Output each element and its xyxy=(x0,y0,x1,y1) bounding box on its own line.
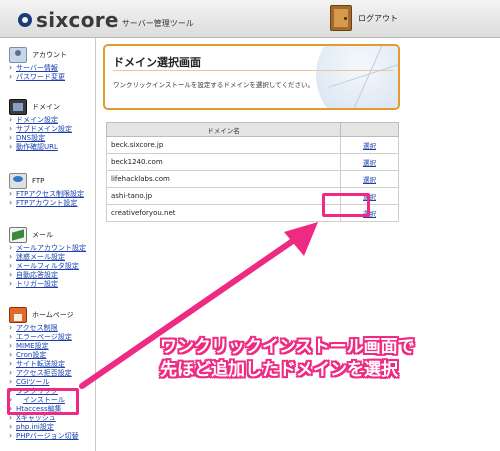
sidebar-section-homepage: ホームページ アクセス制限 エラーページ設定 MIME設定 Cron設定 サイト… xyxy=(9,306,79,441)
sidebar-link-site-redirect[interactable]: サイト転送設定 xyxy=(9,359,79,369)
account-icon xyxy=(9,47,27,63)
table-header-row: ドメイン名 xyxy=(106,122,399,137)
sidebar-section-ftp: FTP FTPアクセス制限設定 FTPアカウント設定 xyxy=(9,172,84,208)
domain-select-panel: ドメイン選択画面 ワンクリックインストールを設定するドメインを選択してください。 xyxy=(103,44,400,110)
select-link[interactable]: 選択 xyxy=(363,142,376,150)
sidebar-link-spam[interactable]: 迷惑メール設定 xyxy=(9,252,86,262)
sidebar-link-mime[interactable]: MIME設定 xyxy=(9,341,79,351)
sidebar-section-title: ドメイン xyxy=(32,103,60,111)
action-header xyxy=(340,122,399,137)
sidebar-link-cgi-tools[interactable]: CGIツール xyxy=(9,377,79,387)
sidebar-link-cron[interactable]: Cron設定 xyxy=(9,350,79,360)
sidebar-link-x-cache[interactable]: Xキャッシュ xyxy=(9,413,79,423)
logout-label: ログアウト xyxy=(358,13,398,23)
table-row: lifehacklabs.com 選択 xyxy=(106,170,399,188)
select-link[interactable]: 選択 xyxy=(363,159,376,167)
globe-icon xyxy=(316,46,398,108)
mail-icon xyxy=(9,227,27,243)
sidebar-link-access-limit[interactable]: アクセス制限 xyxy=(9,323,79,333)
sidebar-section-title: FTP xyxy=(32,177,45,185)
sidebar-link-php-version[interactable]: PHPバージョン切替 xyxy=(9,431,79,441)
select-link[interactable]: 選択 xyxy=(363,176,376,184)
app-header: sixcore サーバー管理ツール ログアウト xyxy=(0,0,500,38)
domain-icon xyxy=(9,99,27,115)
sidebar-link-mail-filter[interactable]: メールフィルタ設定 xyxy=(9,261,86,271)
annotation-text: ワンクリックインストール画面で 先ほど追加したドメインを選択 xyxy=(160,336,415,382)
sidebar-link-dns-settings[interactable]: DNS設定 xyxy=(9,133,72,143)
logout-button[interactable]: ログアウト xyxy=(330,5,398,31)
domain-cell: beck.sixcore.jp xyxy=(106,136,341,154)
sidebar-section-domain: ドメイン ドメイン設定 サブドメイン設定 DNS設定 動作確認URL xyxy=(9,98,72,152)
sidebar-section-title: メール xyxy=(32,231,53,239)
sidebar-section-title: アカウント xyxy=(32,51,67,59)
sidebar-link-error-page[interactable]: エラーページ設定 xyxy=(9,332,79,342)
highlight-select-box xyxy=(322,193,370,217)
sidebar-link-auto-reply[interactable]: 自動応答設定 xyxy=(9,270,86,280)
sidebar-link-verify-url[interactable]: 動作確認URL xyxy=(9,142,72,152)
sidebar-link-password-change[interactable]: パスワード変更 xyxy=(9,72,67,82)
ftp-icon xyxy=(9,173,27,189)
sixcore-logo[interactable]: sixcore サーバー管理ツール xyxy=(18,8,194,32)
sidebar-section-title: ホームページ xyxy=(32,311,74,319)
sidebar-link-subdomain-settings[interactable]: サブドメイン設定 xyxy=(9,124,72,134)
sidebar-link-server-info[interactable]: サーバー情報 xyxy=(9,63,67,73)
highlight-one-click-box xyxy=(7,388,79,415)
app-subtitle: サーバー管理ツール xyxy=(121,18,194,28)
domain-cell: beck1240.com xyxy=(106,153,341,171)
sidebar-link-trigger[interactable]: トリガー設定 xyxy=(9,279,86,289)
annotation-line-2: 先ほど追加したドメインを選択 xyxy=(160,360,398,380)
sidebar-link-ftp-access-limit[interactable]: FTPアクセス制限設定 xyxy=(9,189,84,199)
sidebar-section-mail: メール メールアカウント設定 迷惑メール設定 メールフィルタ設定 自動応答設定 … xyxy=(9,226,86,289)
sidebar-link-domain-settings[interactable]: ドメイン設定 xyxy=(9,115,72,125)
page-title: ドメイン選択画面 xyxy=(113,56,201,69)
table-row: beck.sixcore.jp 選択 xyxy=(106,136,399,154)
sidebar-link-access-deny[interactable]: アクセス拒否設定 xyxy=(9,368,79,378)
page-description: ワンクリックインストールを設定するドメインを選択してください。 xyxy=(113,81,314,89)
domain-cell: ashi-tano.jp xyxy=(106,187,341,205)
domain-cell: lifehacklabs.com xyxy=(106,170,341,188)
sidebar-link-ftp-account[interactable]: FTPアカウント設定 xyxy=(9,198,84,208)
domain-cell: creativeforyou.net xyxy=(106,204,341,222)
annotation-line-1: ワンクリックインストール画面で xyxy=(160,337,415,357)
table-row: beck1240.com 選択 xyxy=(106,153,399,171)
title-divider xyxy=(113,70,393,71)
sidebar-section-account: アカウント サーバー情報 パスワード変更 xyxy=(9,46,67,82)
door-icon xyxy=(330,5,352,31)
domain-name-header: ドメイン名 xyxy=(106,122,341,137)
sidebar-link-php-ini[interactable]: php.ini設定 xyxy=(9,422,79,432)
sidebar-link-mail-account[interactable]: メールアカウント設定 xyxy=(9,243,86,253)
logo-text: sixcore xyxy=(36,8,119,32)
homepage-icon xyxy=(9,307,27,323)
logo-mark-icon xyxy=(18,13,32,27)
